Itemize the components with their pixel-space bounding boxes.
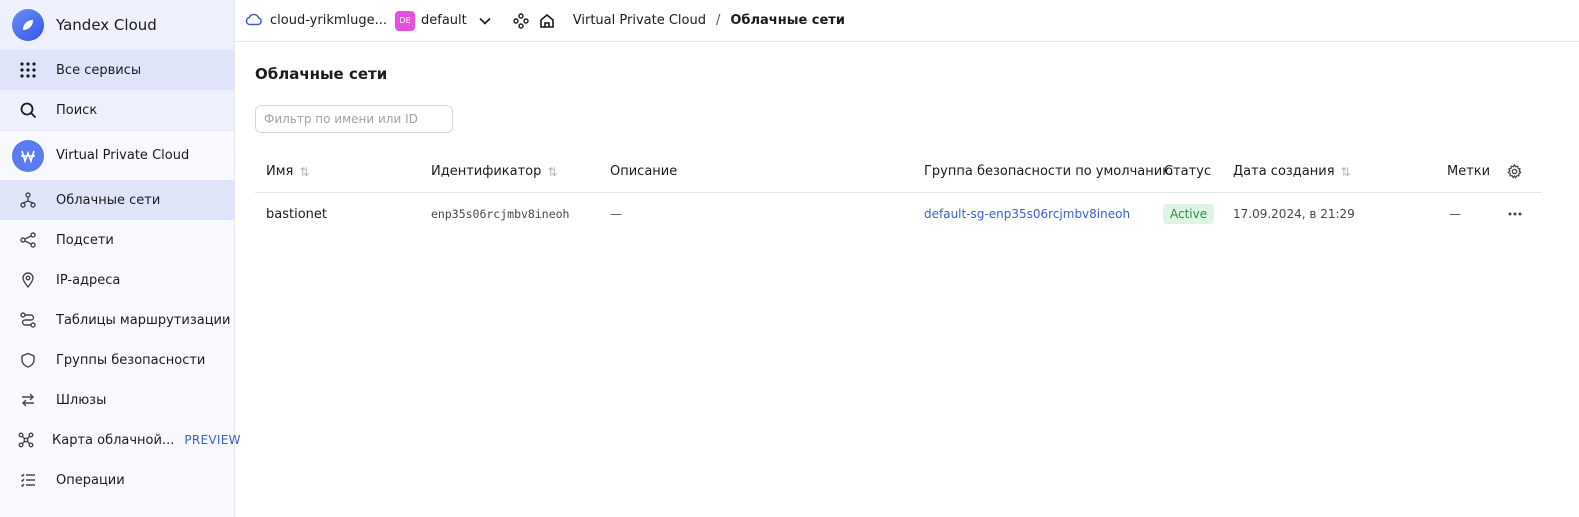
column-label: Статус: [1164, 164, 1212, 179]
top-bar: cloud-yrikmluge... DE default Virtual Pr…: [235, 0, 1579, 42]
folder-name[interactable]: default: [421, 13, 467, 28]
sort-icon: ⇅: [1340, 164, 1351, 179]
column-label: Группа безопасности по умолчанию: [924, 164, 1174, 179]
vpc-icon: [12, 139, 44, 172]
column-label: Описание: [610, 164, 678, 179]
more-actions-icon[interactable]: [1508, 212, 1522, 216]
cloud-selector[interactable]: cloud-yrikmluge...: [245, 12, 387, 30]
sidebar-item-ip-addresses[interactable]: IP-адреса: [0, 260, 234, 300]
sidebar-item-label: Карта облачной...: [52, 432, 175, 448]
service-title: Virtual Private Cloud: [56, 148, 190, 163]
sidebar-item-label: Облачные сети: [56, 192, 161, 208]
route-icon: [18, 310, 38, 330]
column-label: Идентификатор: [431, 164, 542, 179]
breadcrumb-separator: /: [715, 13, 721, 28]
sidebar-item-label: IP-адреса: [56, 272, 121, 288]
cell-description: —: [610, 207, 622, 221]
brand-title: Yandex Cloud: [56, 16, 157, 34]
networks-table: Имя ⇅ Идентификатор ⇅ Описание Группа бе…: [255, 151, 1542, 235]
sidebar-item-route-tables[interactable]: Таблицы маршрутизации: [0, 300, 234, 340]
status-cell: Active: [1163, 204, 1215, 224]
brand[interactable]: Yandex Cloud: [0, 0, 234, 50]
cell-labels: —: [1449, 207, 1461, 221]
shield-icon: [18, 350, 38, 370]
sort-icon: ⇅: [547, 164, 558, 179]
column-header-status: Статус: [1164, 164, 1211, 179]
preview-badge: PREVIEW: [184, 433, 241, 447]
sidebar-item-label: Операции: [56, 472, 125, 488]
sidebar-item-security-groups[interactable]: Группы безопасности: [0, 340, 234, 380]
column-header-id[interactable]: Идентификатор ⇅: [431, 164, 557, 179]
page-title: Облачные сети: [255, 65, 388, 83]
column-label: Метки: [1447, 164, 1491, 179]
column-header-name[interactable]: Имя ⇅: [266, 164, 309, 179]
sidebar-item-operations[interactable]: Операции: [0, 460, 234, 500]
grid-icon: [18, 60, 38, 80]
cell-created: 17.09.2024, в 21:29: [1233, 207, 1355, 221]
sidebar: Yandex Cloud Все сервисы Поиск Virtual P…: [0, 0, 241, 517]
folder-badge: DE: [395, 10, 416, 31]
gear-icon[interactable]: [1507, 164, 1522, 179]
sidebar-item-label: Поиск: [56, 102, 98, 118]
arrows-exchange-icon: [18, 390, 38, 410]
sidebar-item-subnets[interactable]: Подсети: [0, 220, 234, 260]
column-header-description: Описание: [610, 164, 677, 179]
service-header[interactable]: Virtual Private Cloud: [0, 130, 234, 180]
sidebar-item-label: Группы безопасности: [56, 352, 206, 368]
sidebar-item-label: Шлюзы: [56, 392, 107, 408]
cloud-icon: [245, 12, 262, 30]
sidebar-item-gateways[interactable]: Шлюзы: [0, 380, 234, 420]
sidebar-item-label: Подсети: [56, 232, 114, 248]
location-pin-icon: [18, 270, 38, 290]
column-header-security-group: Группа безопасности по умолчанию: [924, 164, 1173, 179]
network-icon: [18, 190, 38, 210]
security-group-link[interactable]: default-sg-enp35s06rcjmbv8ineoh: [924, 207, 1130, 221]
table-row[interactable]: bastionet enp35s06rcjmbv8ineoh — default…: [255, 193, 1542, 235]
sidebar-nav: Облачные сети Подсети IP-адреса Таблицы …: [0, 180, 241, 500]
column-label: Дата создания: [1233, 164, 1335, 179]
sidebar-item-networks[interactable]: Облачные сети: [0, 180, 234, 220]
table-header: Имя ⇅ Идентификатор ⇅ Описание Группа бе…: [255, 151, 1542, 193]
map-nodes-icon: [18, 430, 34, 450]
subnet-icon: [18, 230, 38, 250]
status-badge: Active: [1163, 204, 1215, 224]
sidebar-item-cloud-map[interactable]: Карта облачной... PREVIEW: [0, 420, 241, 460]
cloud-name: cloud-yrikmluge...: [270, 13, 388, 28]
sidebar-top: Yandex Cloud Все сервисы Поиск: [0, 0, 234, 130]
sidebar-item-label: Все сервисы: [56, 62, 142, 78]
yandex-cloud-logo-icon: [12, 9, 44, 41]
sidebar-item-label: Таблицы маршрутизации: [56, 312, 231, 328]
sidebar-item-search[interactable]: Поиск: [0, 90, 234, 130]
cell-id: enp35s06rcjmbv8ineoh: [431, 207, 570, 221]
search-icon: [18, 100, 38, 120]
sidebar-item-all-services[interactable]: Все сервисы: [0, 50, 234, 90]
column-header-created[interactable]: Дата создания ⇅: [1233, 164, 1351, 179]
list-icon: [18, 470, 38, 490]
column-label: Имя: [266, 164, 294, 179]
column-header-labels: Метки: [1447, 164, 1490, 179]
home-icon[interactable]: [539, 13, 555, 29]
sort-icon: ⇅: [299, 164, 310, 179]
chevron-down-icon[interactable]: [479, 17, 491, 25]
filter-input[interactable]: [255, 105, 453, 133]
cell-name[interactable]: bastionet: [266, 207, 327, 222]
services-map-icon[interactable]: [513, 12, 529, 29]
breadcrumb-service[interactable]: Virtual Private Cloud: [573, 13, 706, 28]
breadcrumb-current: Облачные сети: [730, 13, 845, 28]
